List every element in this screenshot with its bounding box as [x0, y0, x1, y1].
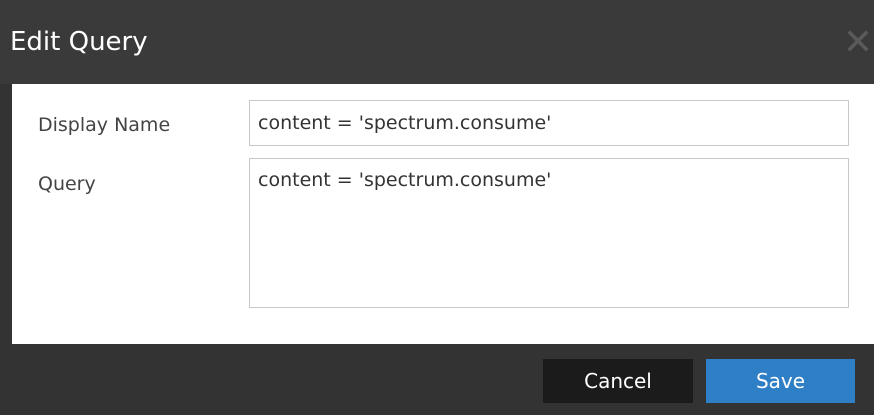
dialog-footer: Cancel Save — [0, 344, 874, 415]
edit-query-dialog: Edit Query ✕ Display Name Query content … — [0, 0, 874, 415]
save-button[interactable]: Save — [706, 359, 855, 403]
query-label: Query — [38, 173, 96, 195]
cancel-button[interactable]: Cancel — [543, 359, 693, 403]
dialog-title-bar: Edit Query ✕ — [0, 0, 874, 84]
query-field[interactable]: content = 'spectrum.consume' — [249, 158, 849, 308]
dialog-title: Edit Query — [10, 27, 148, 57]
display-name-field[interactable] — [249, 100, 849, 146]
display-name-label: Display Name — [38, 114, 171, 136]
close-icon[interactable]: ✕ — [842, 25, 874, 61]
dialog-body: Display Name Query content = 'spectrum.c… — [12, 84, 874, 344]
